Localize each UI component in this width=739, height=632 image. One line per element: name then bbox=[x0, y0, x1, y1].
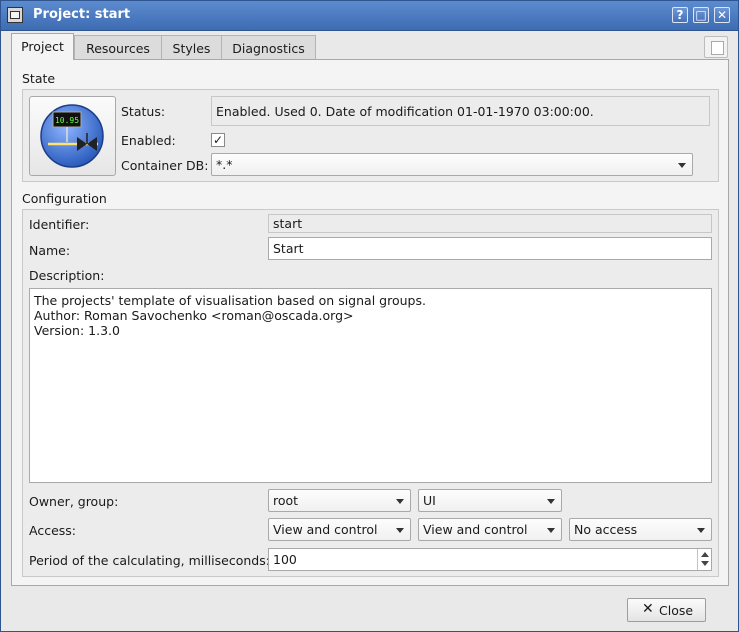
tab-resources[interactable]: Resources bbox=[74, 35, 162, 59]
description-line: The projects' template of visualisation … bbox=[34, 293, 426, 308]
close-window-button[interactable]: ✕ bbox=[714, 7, 730, 23]
identifier-value: start bbox=[268, 214, 712, 233]
description-label: Description: bbox=[29, 268, 105, 283]
access-group-select[interactable]: View and control bbox=[418, 518, 562, 541]
owner-group-label: Owner, group: bbox=[29, 494, 119, 509]
svg-text:10.95: 10.95 bbox=[55, 116, 79, 125]
access-owner-value: View and control bbox=[273, 522, 378, 537]
group-value: UI bbox=[423, 493, 436, 508]
access-owner-select[interactable]: View and control bbox=[268, 518, 411, 541]
identifier-label: Identifier: bbox=[29, 217, 90, 232]
owner-value: root bbox=[273, 493, 299, 508]
close-icon: ✕ bbox=[642, 601, 654, 617]
access-group-value: View and control bbox=[423, 522, 528, 537]
project-dialog: Project: start ? □ ✕ Project Resources S… bbox=[0, 0, 739, 632]
state-section-label: State bbox=[22, 71, 56, 86]
container-db-label: Container DB: bbox=[121, 158, 209, 173]
spin-down-icon[interactable] bbox=[701, 561, 709, 566]
chevron-down-icon bbox=[697, 528, 705, 533]
project-icon: 10.95 bbox=[40, 104, 104, 168]
access-others-value: No access bbox=[574, 522, 638, 537]
project-tab-panel: State 10.95 Status: Enabled. Used 0. Dat… bbox=[11, 59, 729, 586]
configuration-group: Identifier: start Name: Start Descriptio… bbox=[22, 209, 719, 577]
container-db-value: *.* bbox=[216, 157, 233, 172]
spin-arrows[interactable] bbox=[697, 549, 711, 570]
tab-diagnostics[interactable]: Diagnostics bbox=[221, 35, 316, 59]
enabled-label: Enabled: bbox=[121, 133, 176, 148]
corner-page-button[interactable] bbox=[704, 36, 728, 58]
window-title: Project: start bbox=[33, 7, 131, 22]
tab-project[interactable]: Project bbox=[11, 33, 74, 60]
state-group: 10.95 Status: Enabled. Used 0. Date of m… bbox=[22, 89, 719, 182]
close-button[interactable]: ✕ Close bbox=[627, 598, 706, 622]
project-icon-button[interactable]: 10.95 bbox=[29, 96, 116, 176]
group-select[interactable]: UI bbox=[418, 489, 562, 512]
app-icon bbox=[7, 7, 23, 23]
name-label: Name: bbox=[29, 243, 71, 258]
close-button-label: Close bbox=[659, 603, 694, 618]
help-button[interactable]: ? bbox=[672, 7, 688, 23]
chevron-down-icon bbox=[547, 499, 555, 504]
spin-up-icon[interactable] bbox=[701, 552, 709, 557]
period-spinbox[interactable]: 100 bbox=[268, 548, 712, 571]
access-others-select[interactable]: No access bbox=[569, 518, 712, 541]
chevron-down-icon bbox=[396, 499, 404, 504]
chevron-down-icon bbox=[547, 528, 555, 533]
owner-select[interactable]: root bbox=[268, 489, 411, 512]
container-db-select[interactable]: *.* bbox=[211, 153, 693, 176]
status-label: Status: bbox=[121, 104, 166, 119]
period-value: 100 bbox=[273, 552, 297, 567]
period-label: Period of the calculating, milliseconds: bbox=[29, 553, 270, 568]
enabled-checkbox[interactable]: ✓ bbox=[211, 133, 225, 147]
status-value: Enabled. Used 0. Date of modification 01… bbox=[211, 96, 710, 126]
tab-styles[interactable]: Styles bbox=[161, 35, 222, 59]
chevron-down-icon bbox=[396, 528, 404, 533]
title-bar[interactable]: Project: start ? □ ✕ bbox=[1, 1, 738, 31]
name-input[interactable]: Start bbox=[268, 237, 712, 260]
description-textarea[interactable]: The projects' template of visualisation … bbox=[29, 288, 712, 483]
description-line: Version: 1.3.0 bbox=[34, 323, 120, 338]
maximize-button[interactable]: □ bbox=[693, 7, 709, 23]
configuration-section-label: Configuration bbox=[22, 191, 107, 206]
chevron-down-icon bbox=[678, 163, 686, 168]
description-line: Author: Roman Savochenko <roman@oscada.o… bbox=[34, 308, 354, 323]
access-label: Access: bbox=[29, 523, 77, 538]
